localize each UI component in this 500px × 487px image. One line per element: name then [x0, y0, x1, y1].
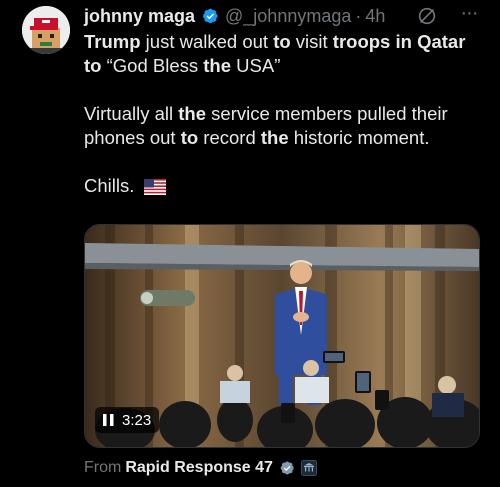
government-affiliation-icon [300, 460, 317, 476]
more-options-icon[interactable]: ··· [458, 3, 480, 26]
grok-icon[interactable] [416, 5, 438, 27]
post-paragraph-3-text: Chills. [84, 175, 135, 196]
author-handle[interactable]: @_johnnymaga [225, 6, 351, 27]
post-text: Trump just walked out to visit troops in… [84, 30, 484, 198]
from-label: From [84, 459, 122, 476]
bold-text-segment: to [84, 55, 102, 76]
text-segment: record [198, 127, 261, 148]
video-player[interactable]: 3:23 [84, 224, 480, 448]
bold-text-segment: the [178, 103, 207, 124]
bold-text-segment: to [273, 31, 291, 52]
bold-text-segment: to [180, 127, 199, 148]
us-flag-icon [143, 179, 166, 195]
bold-text-segment: the [203, 55, 232, 76]
source-account-link[interactable]: Rapid Response 47 [125, 459, 273, 477]
pixel-avatar-image [22, 6, 70, 54]
post-timestamp[interactable]: 4h [365, 6, 385, 27]
post-header: johnny maga @_johnnymaga · 4h ··· [84, 3, 480, 28]
post-paragraph-1: Trump just walked out to visit troops in… [84, 30, 484, 78]
text-segment: historic moment. [288, 127, 430, 148]
avatar[interactable] [22, 6, 70, 54]
video-duration: 3:23 [122, 411, 152, 429]
text-segment: just walked out [140, 31, 274, 52]
text-segment: visit [290, 31, 333, 52]
government-verified-badge-icon [280, 461, 294, 475]
post-paragraph-3: Chills. [84, 174, 484, 198]
video-duration-badge[interactable]: 3:23 [95, 407, 160, 433]
video-source-attribution: From Rapid Response 47 [84, 456, 317, 480]
bold-text-segment: Trump [84, 31, 141, 52]
author-name[interactable]: johnny maga [84, 6, 195, 27]
text-segment: USA” [231, 55, 281, 76]
verified-badge-icon [203, 8, 218, 24]
pause-icon[interactable] [103, 414, 114, 426]
text-segment: “God Bless [101, 55, 204, 76]
separator-dot: · [355, 5, 362, 26]
post-paragraph-2: Virtually all the service members pulled… [84, 102, 484, 150]
bold-text-segment: troops in Qatar [332, 31, 466, 52]
text-segment: Virtually all [84, 103, 179, 124]
bold-text-segment: the [260, 127, 289, 148]
